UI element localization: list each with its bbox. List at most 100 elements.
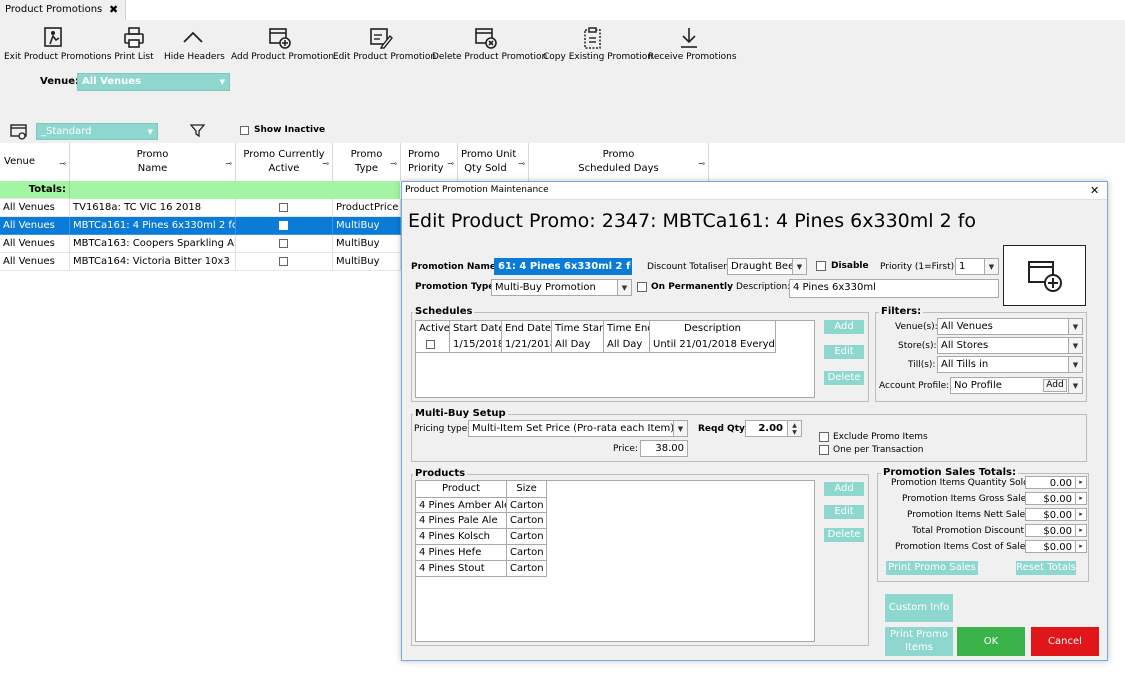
chevron-down-icon: ▼ (1068, 378, 1082, 393)
totals-label: Totals: (0, 181, 70, 199)
exit-promotions-button[interactable]: Exit Product Promotions (4, 26, 111, 62)
table-row[interactable]: All Venues MBTCa163: Coopers Sparkling A… (0, 235, 401, 253)
schedule-edit-button[interactable]: Edit (824, 345, 864, 359)
receive-promotions-button[interactable]: Receive Promotions (648, 26, 737, 62)
totals-row: Totals: (0, 181, 400, 199)
close-dialog-icon[interactable]: ✕ (1090, 184, 1099, 197)
pin-icon: ⊸ (447, 159, 454, 168)
price-input[interactable]: 38.00 (640, 440, 688, 457)
one-per-transaction-checkbox[interactable] (819, 445, 829, 455)
drill-down-icon[interactable]: ▸ (1075, 493, 1086, 504)
column-header-promo-priority[interactable]: Promo Priority ⊸ (401, 143, 458, 181)
multibuy-setup-title: Multi-Buy Setup (413, 408, 508, 419)
print-list-button[interactable]: Print List (114, 26, 154, 62)
chevron-down-icon: ▼ (792, 259, 806, 274)
reqd-qty-stepper[interactable]: 2.00 ▲ ▼ (745, 420, 802, 437)
venues-label: Venue(s): (895, 322, 938, 332)
product-row[interactable]: 4 Pines Amber Ale (416, 497, 507, 513)
disable-checkbox[interactable] (816, 261, 826, 271)
product-add-button[interactable]: Add (824, 482, 864, 496)
active-checkbox[interactable] (279, 257, 288, 266)
column-header-promo-name[interactable]: Promo Name ⊸ (70, 143, 236, 181)
schedule-active-checkbox[interactable] (426, 340, 435, 349)
delete-product-promotion-button[interactable]: Delete Product Promotion (432, 26, 547, 62)
promotion-type-label: Promotion Type: (415, 282, 498, 292)
on-permanently-checkbox[interactable] (637, 282, 647, 292)
promotion-name-label: Promotion Name: (411, 262, 500, 272)
product-row[interactable]: 4 Pines Kolsch (416, 529, 507, 545)
ribbon-toolbar: Exit Product Promotions Print List Hide … (0, 20, 1125, 143)
product-row[interactable]: 4 Pines Hefe (416, 545, 507, 561)
column-header-promo-active[interactable]: Promo Currently Active ⊸ (236, 143, 333, 181)
add-image-button[interactable] (1003, 245, 1086, 306)
table-row[interactable]: All Venues TV1618a: TC VIC 16 2018 Produ… (0, 199, 401, 217)
ok-button[interactable]: OK (957, 627, 1025, 656)
reqd-qty-label: Reqd Qty: (698, 424, 749, 434)
cancel-button[interactable]: Cancel (1031, 627, 1099, 656)
product-row[interactable]: 4 Pines Stout (416, 561, 507, 577)
drill-down-icon[interactable]: ▸ (1075, 477, 1086, 488)
active-checkbox[interactable] (279, 239, 288, 248)
active-checkbox[interactable] (279, 221, 288, 230)
qty-sold-label: Promotion Items Quantity Sold: (891, 478, 1032, 488)
column-header-scheduled-days[interactable]: Promo Scheduled Days ⊸ (529, 143, 709, 181)
venue-filter-label: Venue: (40, 76, 79, 87)
schedule-add-button[interactable]: Add (824, 320, 864, 334)
dialog-title-bar: Product Promotion Maintenance ✕ (402, 182, 1107, 200)
reset-totals-button[interactable]: Reset Totals (1016, 561, 1076, 575)
discount-totaliser-label: Discount Totaliser: (647, 262, 730, 272)
show-inactive-checkbox[interactable] (240, 126, 249, 135)
account-profile-add-button[interactable]: Add (1043, 379, 1067, 392)
column-header-venue[interactable]: Venue ⊸ (0, 143, 70, 181)
active-checkbox[interactable] (279, 203, 288, 212)
description-label: Description: (736, 282, 791, 292)
tills-label: Till(s): (908, 360, 936, 370)
discount-totaliser-select[interactable]: Draught Beer ▼ (727, 258, 807, 275)
spinner-icon[interactable]: ▲ ▼ (787, 421, 801, 436)
table-row-selected[interactable]: All Venues MBTCa161: 4 Pines 6x330ml 2 f… (0, 217, 401, 235)
chevron-down-icon: ▼ (147, 128, 153, 136)
layout-view-icon[interactable] (10, 124, 28, 140)
drill-down-icon[interactable]: ▸ (1075, 525, 1086, 536)
print-promo-items-button[interactable]: Print Promo Items (885, 627, 953, 656)
copy-existing-promotion-button[interactable]: Copy Existing Promotion (543, 26, 653, 62)
venues-select[interactable]: All Venues ▼ (937, 318, 1083, 335)
filters-title: Filters: (879, 306, 924, 317)
edit-product-promotion-button[interactable]: Edit Product Promotion (333, 26, 436, 62)
exit-icon (44, 27, 62, 47)
drill-down-icon[interactable]: ▸ (1075, 509, 1086, 520)
add-window-icon (1028, 261, 1062, 292)
layout-select[interactable]: _Standard ▼ (36, 123, 158, 140)
product-delete-button[interactable]: Delete (824, 528, 864, 542)
add-product-promotion-button[interactable]: Add Product Promotion (231, 26, 334, 62)
stores-select[interactable]: All Stores ▼ (937, 337, 1083, 354)
print-promo-sales-button[interactable]: Print Promo Sales (886, 561, 978, 575)
priority-select[interactable]: 1 ▼ (955, 258, 999, 275)
products-title: Products (413, 468, 468, 479)
tills-select[interactable]: All Tills in ▼ (937, 356, 1083, 373)
products-table: Product Size 4 Pines Amber Ale Carton 4 … (415, 480, 815, 642)
promotion-type-select[interactable]: Multi-Buy Promotion ▼ (491, 279, 632, 296)
description-input[interactable]: 4 Pines 6x330ml (789, 279, 999, 298)
total-discount-label: Total Promotion Discount: (912, 526, 1028, 536)
filter-icon[interactable] (190, 123, 205, 138)
tab-product-promotions[interactable]: Product Promotions ✖ (0, 0, 126, 20)
column-header-promo-qty-sold[interactable]: Promo Unit Qty Sold ⊸ (458, 143, 529, 181)
gross-sales-value: $0.00 ▸ (1025, 492, 1087, 505)
tab-title: Product Promotions (5, 4, 103, 15)
venue-filter-select[interactable]: All Venues ▼ (77, 73, 230, 91)
custom-info-button[interactable]: Custom Info (885, 594, 953, 622)
delete-window-icon (475, 28, 497, 49)
table-row[interactable]: All Venues MBTCa164: Victoria Bitter 10x… (0, 253, 401, 271)
pricing-type-select[interactable]: Multi-Item Set Price (Pro-rata each Item… (468, 420, 688, 437)
promotion-name-input[interactable]: 61: 4 Pines 6x330ml 2 fo (494, 258, 632, 275)
close-tab-icon[interactable]: ✖ (109, 3, 118, 16)
hide-headers-button[interactable]: Hide Headers (164, 26, 225, 62)
product-row[interactable]: 4 Pines Pale Ale (416, 513, 507, 529)
column-header-promo-type[interactable]: Promo Type ⊸ (333, 143, 401, 181)
drill-down-icon[interactable]: ▸ (1075, 541, 1086, 552)
schedule-delete-button[interactable]: Delete (824, 371, 864, 385)
exclude-promo-items-checkbox[interactable] (819, 432, 829, 442)
dialog-heading: Edit Product Promo: 2347: MBTCa161: 4 Pi… (408, 210, 977, 232)
product-edit-button[interactable]: Edit (824, 505, 864, 519)
